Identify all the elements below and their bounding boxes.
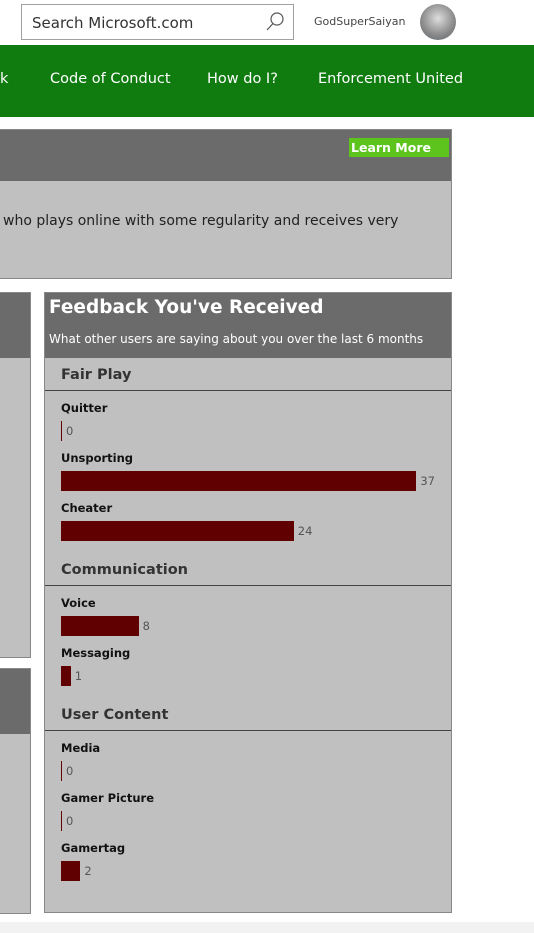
feedback-bar: [61, 471, 417, 491]
feedback-bar: [61, 666, 71, 686]
nav-item-enforcement-united[interactable]: Enforcement United: [318, 71, 463, 87]
feedback-item: Gamertag 2: [45, 841, 451, 881]
feedback-label: Gamer Picture: [61, 791, 154, 805]
feedback-panel: Feedback You've Received What other user…: [44, 292, 452, 913]
feedback-subtitle: What other users are saying about you ov…: [49, 332, 424, 346]
feedback-item: Voice 8: [45, 596, 451, 636]
feedback-count: 0: [66, 424, 74, 438]
learn-more-button[interactable]: Learn More: [349, 138, 449, 157]
feedback-bar: [61, 521, 294, 541]
feedback-bar: [61, 811, 62, 831]
search-placeholder: Search Microsoft.com: [32, 14, 194, 32]
nav-item-how-do-i[interactable]: How do I?: [207, 71, 278, 87]
feedback-item: Cheater 24: [45, 501, 451, 541]
feedback-item: Messaging 1: [45, 646, 451, 686]
feedback-count: 8: [142, 619, 150, 633]
feedback-bar: [61, 421, 62, 441]
feedback-label: Media: [61, 741, 101, 755]
nav-bar: k Code of Conduct How do I? Enforcement …: [0, 45, 534, 117]
search-input[interactable]: Search Microsoft.com: [21, 4, 294, 40]
feedback-count: 2: [84, 864, 92, 878]
section-heading: Communication: [45, 553, 451, 586]
section-heading: User Content: [45, 698, 451, 731]
feedback-item: Gamer Picture 0: [45, 791, 451, 831]
avatar[interactable]: [420, 4, 456, 40]
feedback-label: Unsporting: [61, 451, 134, 465]
feedback-title: Feedback You've Received: [49, 297, 324, 318]
footer-strip: [0, 922, 534, 933]
feedback-item: Unsporting 37: [45, 451, 451, 491]
feedback-count: 0: [66, 764, 74, 778]
feedback-item: Quitter 0: [45, 401, 451, 441]
intro-text: who plays online with some regularity an…: [3, 213, 399, 229]
feedback-bar: [61, 761, 62, 781]
feedback-label: Gamertag: [61, 841, 126, 855]
nav-item-code-of-conduct[interactable]: Code of Conduct: [50, 71, 171, 87]
feedback-count: 24: [297, 524, 313, 538]
feedback-label: Cheater: [61, 501, 113, 515]
left-panel: [0, 292, 31, 658]
feedback-bar: [61, 861, 81, 881]
left-panel-2: [0, 668, 31, 914]
search-icon[interactable]: [265, 11, 285, 37]
feedback-item: Media 0: [45, 741, 451, 781]
feedback-label: Voice: [61, 596, 96, 610]
nav-item-partial[interactable]: k: [0, 71, 8, 87]
section-heading: Fair Play: [45, 358, 451, 391]
feedback-label: Quitter: [61, 401, 108, 415]
feedback-count: 0: [66, 814, 74, 828]
feedback-count: 37: [420, 474, 435, 488]
feedback-label: Messaging: [61, 646, 131, 660]
feedback-count: 1: [74, 669, 83, 683]
feedback-bar: [61, 616, 139, 636]
username[interactable]: GodSuperSaiyan: [314, 15, 405, 28]
